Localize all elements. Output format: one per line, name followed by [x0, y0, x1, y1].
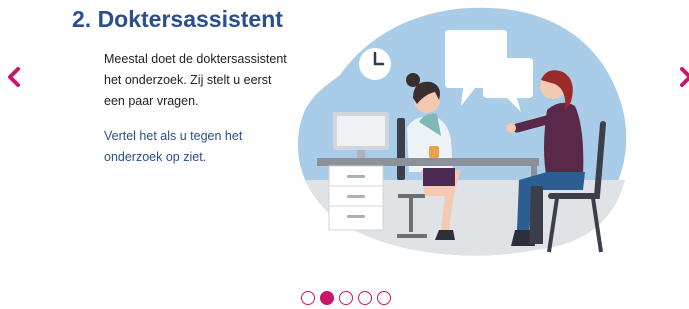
- pagination-dot-3[interactable]: [339, 291, 353, 305]
- previous-slide-button[interactable]: [2, 62, 26, 92]
- slide-title: 2. Doktersassistent: [72, 6, 283, 32]
- clock-icon: [359, 48, 391, 80]
- slide-paragraph-1: Meestal doet de doktersassistent het ond…: [104, 52, 287, 108]
- next-slide-button[interactable]: [674, 62, 689, 92]
- pagination-dot-5[interactable]: [377, 291, 391, 305]
- pagination-dot-2[interactable]: [320, 291, 334, 305]
- pagination-dot-4[interactable]: [358, 291, 372, 305]
- chevron-left-icon: [8, 67, 20, 87]
- chevron-right-icon: [680, 67, 689, 87]
- slide-pagination: [301, 291, 391, 305]
- pagination-dot-1[interactable]: [301, 291, 315, 305]
- doctor-assistant-illustration: [297, 7, 627, 256]
- slide-paragraph-2: Vertel het als u tegen het onderzoek op …: [104, 129, 243, 164]
